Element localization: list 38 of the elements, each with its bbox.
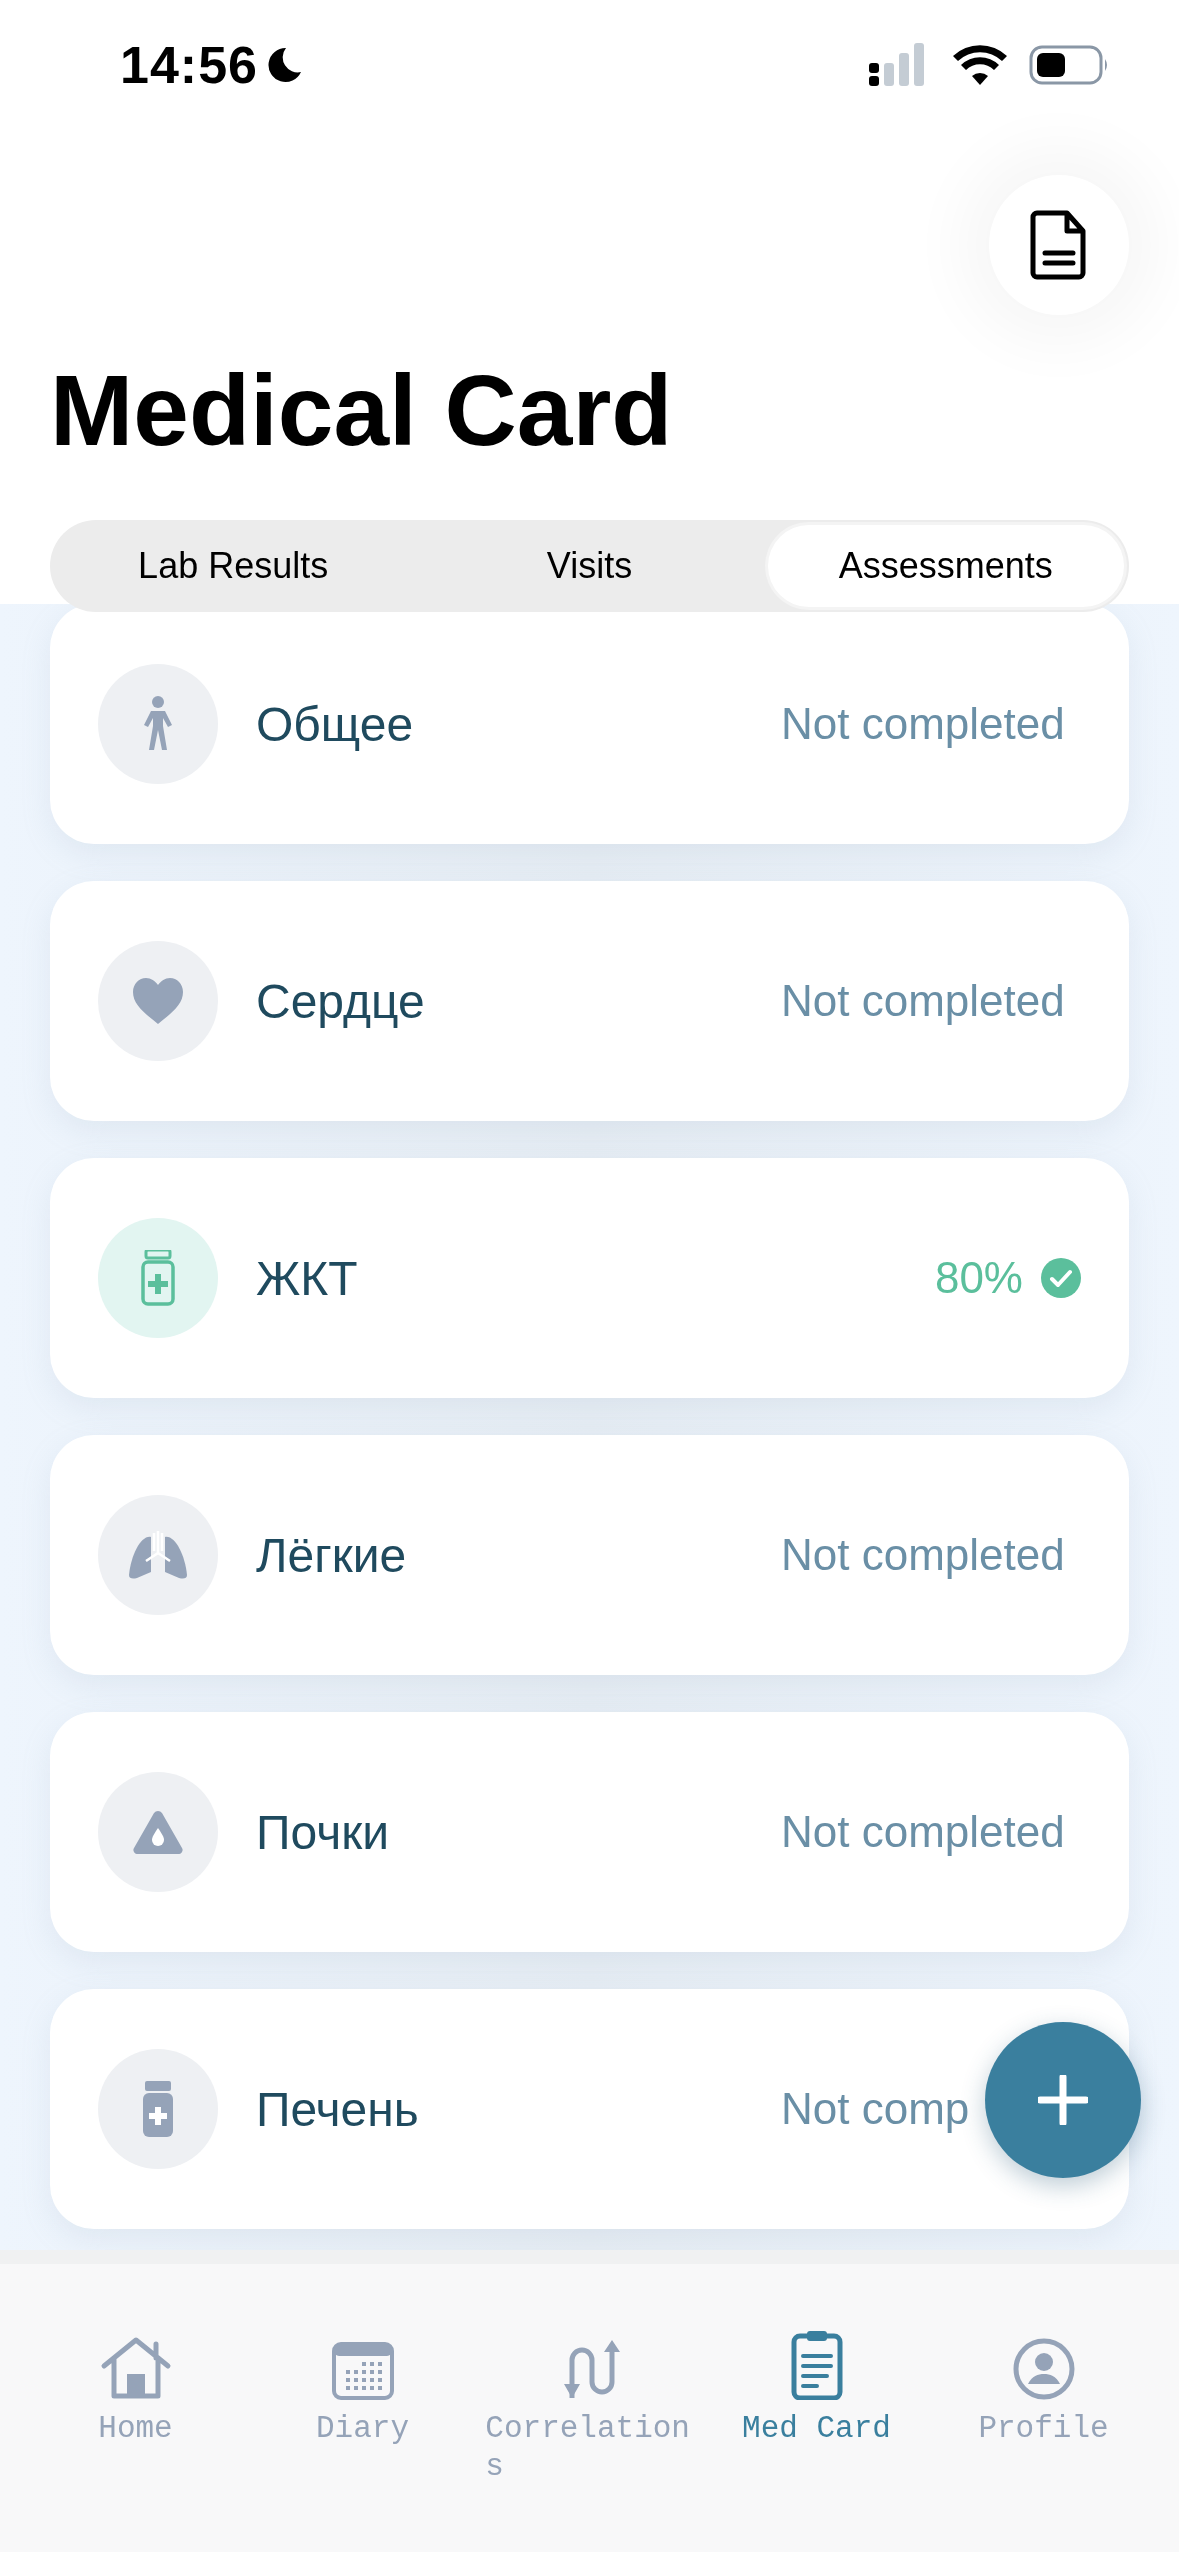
check-circle-icon <box>1041 1258 1081 1298</box>
page-title: Medical Card <box>50 353 674 468</box>
medicine-bottle-icon <box>141 1250 175 1306</box>
assessment-name: Сердце <box>256 973 426 1029</box>
assessment-card[interactable]: Лёгкие Not completed <box>50 1435 1129 1675</box>
completion-percent: 80% <box>934 1253 1023 1303</box>
clock-time: 14:56 <box>120 35 258 95</box>
status-text: Not completed <box>781 976 1065 1026</box>
drop-triangle-icon <box>133 1810 183 1854</box>
wifi-icon <box>953 45 1007 85</box>
profile-icon <box>1012 2338 1075 2400</box>
medicine-bottle-icon <box>141 2081 175 2137</box>
document-icon <box>1029 209 1089 281</box>
battery-icon <box>1029 45 1109 85</box>
lungs-icon <box>129 1531 187 1579</box>
segment-tab[interactable]: Visits <box>411 525 768 607</box>
nav-tab[interactable]: Med Card <box>703 2314 930 2448</box>
plus-icon <box>1038 2075 1088 2125</box>
home-icon <box>99 2336 172 2400</box>
segment-tab[interactable]: Assessments <box>767 525 1124 607</box>
assessment-name: Общее <box>256 696 415 752</box>
status-text: Not comp <box>781 2084 970 2134</box>
assessment-name: ЖКТ <box>256 1250 359 1306</box>
person-icon <box>141 696 175 752</box>
assessment-card[interactable]: Почки Not completed <box>50 1712 1129 1952</box>
assessment-name: Печень <box>256 2081 420 2137</box>
heart-icon <box>133 978 183 1024</box>
assessment-card[interactable]: Сердце Not completed <box>50 881 1129 1121</box>
assessment-name: Лёгкие <box>256 1527 408 1583</box>
status-text: Not completed <box>781 699 1065 749</box>
assessment-name: Почки <box>256 1804 390 1860</box>
calendar-icon <box>331 2342 394 2400</box>
clipboard-icon <box>790 2328 843 2400</box>
status-text: Not completed <box>781 1530 1065 1580</box>
segment-tab[interactable]: Lab Results <box>55 525 412 607</box>
assessment-card[interactable]: Печень Not comp <box>50 1989 1129 2229</box>
status-text: Not completed <box>781 1807 1065 1857</box>
assessment-card[interactable]: ЖКТ 80% <box>50 1158 1129 1398</box>
